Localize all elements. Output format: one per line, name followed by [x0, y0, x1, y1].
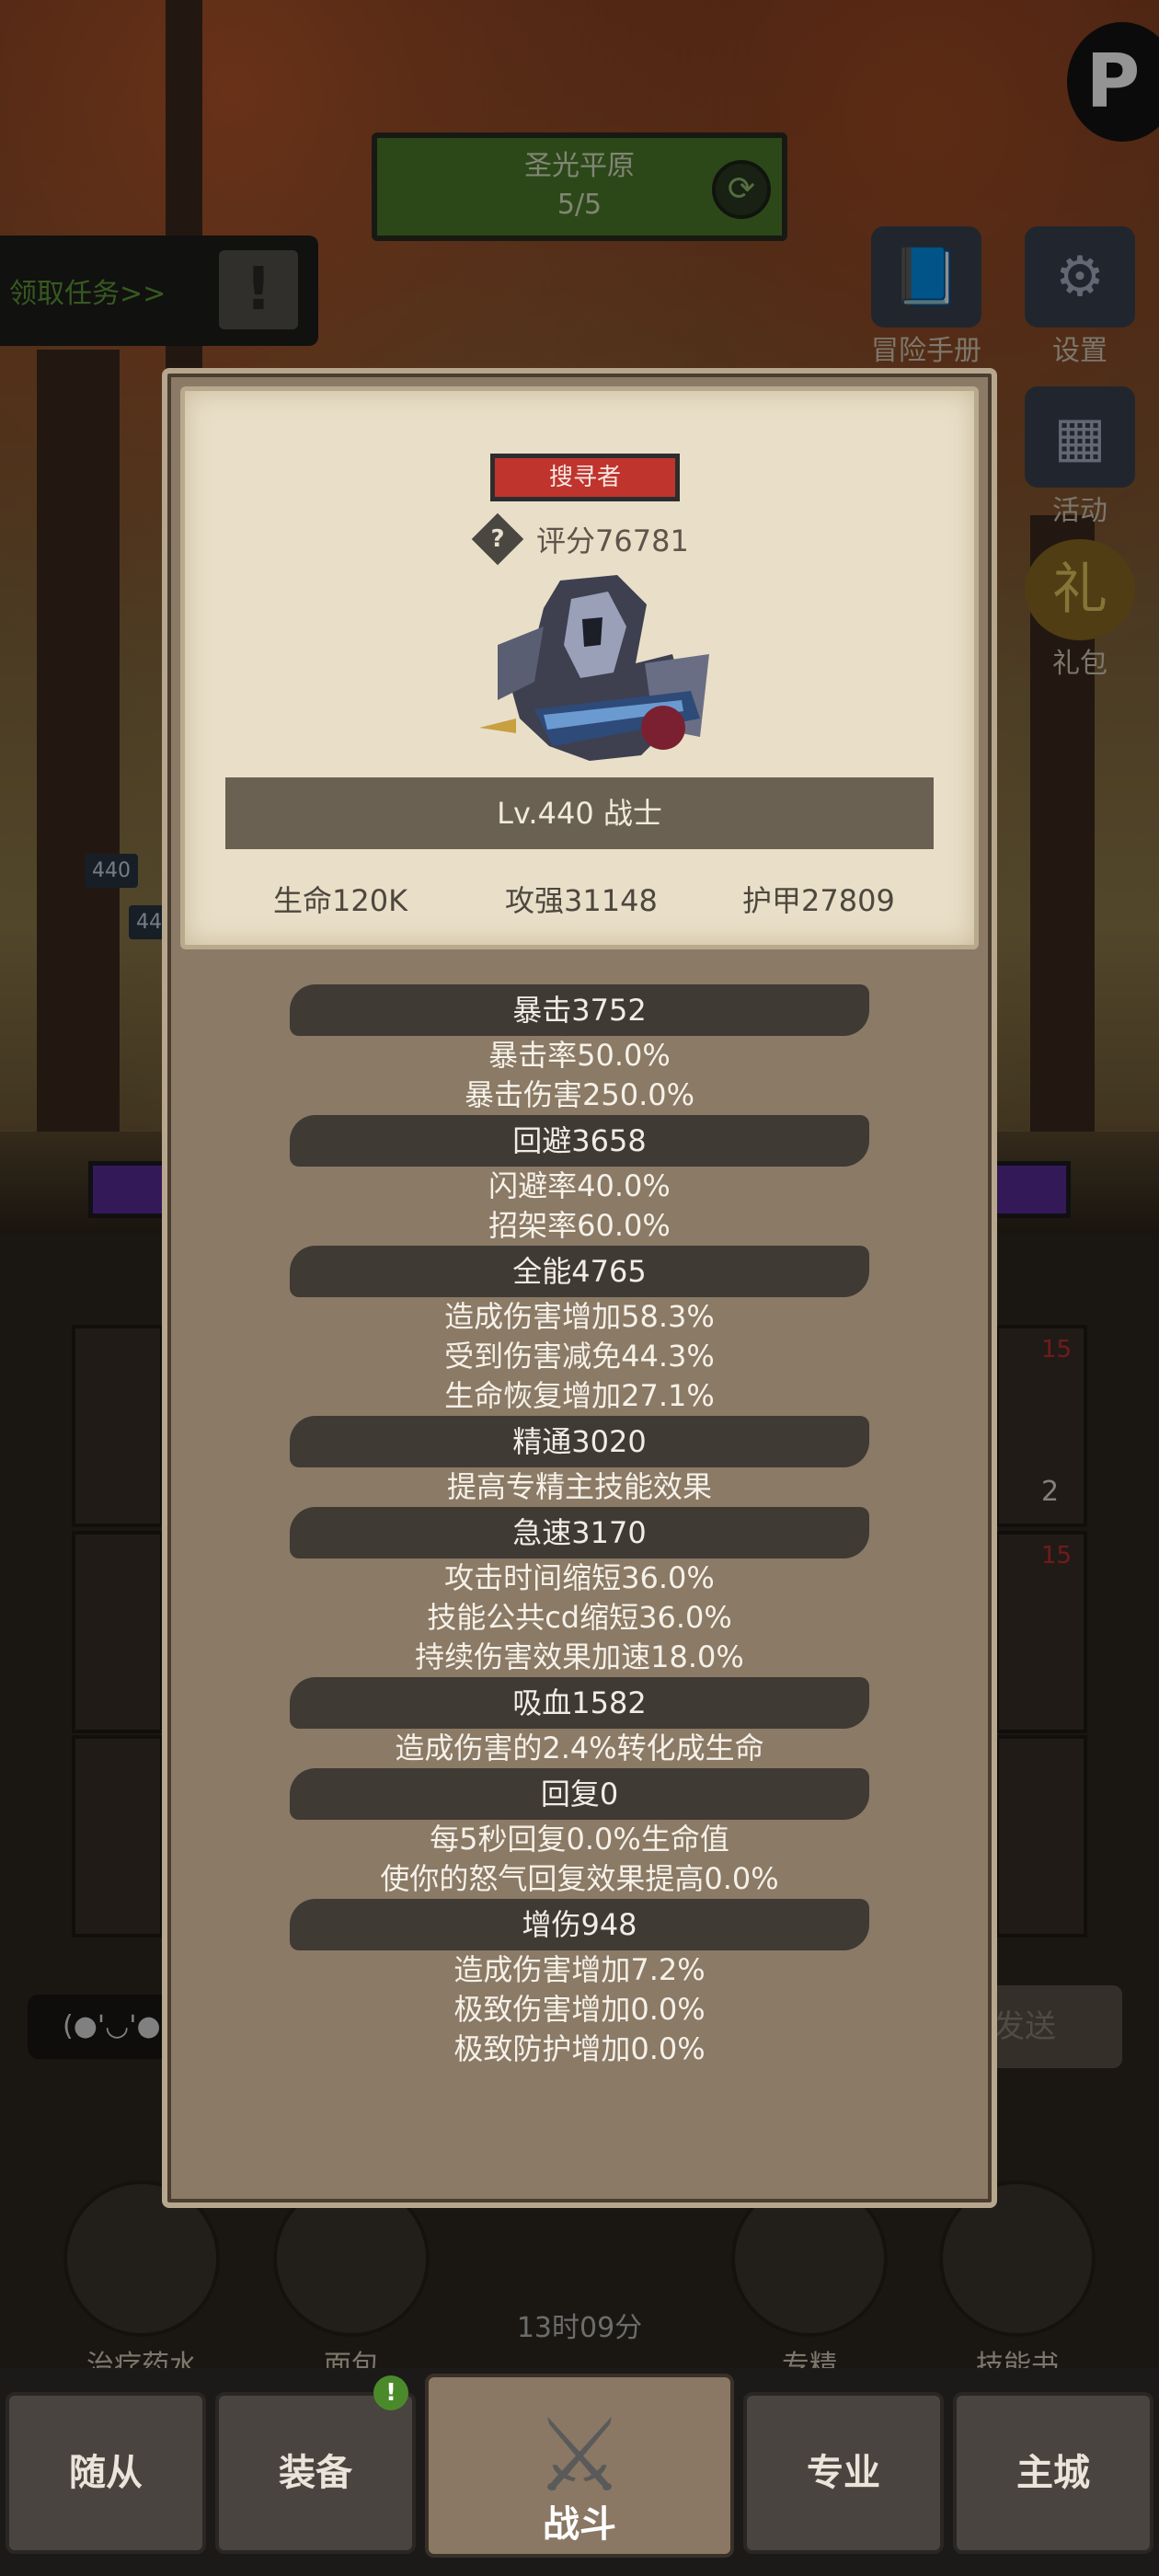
stat-block: 暴击3752 暴击率50.0% 暴击伤害250.0% — [167, 984, 992, 1115]
stat-block: 精通3020 提高专精主技能效果 — [167, 1416, 992, 1507]
stat-block: 全能4765 造成伤害增加58.3% 受到伤害减免44.3% 生命恢复增加27.1% — [167, 1246, 992, 1416]
stat-block: 急速3170 攻击时间缩短36.0% 技能公共cd缩短36.0% 持续伤害效果加速18… — [167, 1507, 992, 1677]
stat-detail: 受到伤害减免44.3% — [444, 1339, 715, 1374]
stat-detail: 极致防护增加0.0% — [453, 2031, 706, 2066]
nav-profession[interactable]: 专业 — [743, 2392, 944, 2554]
stat-health: 生命120K — [273, 883, 408, 918]
nav-followers[interactable]: 随从 — [6, 2392, 206, 2554]
score-value: 评分76781 — [536, 523, 689, 558]
stat-detail: 招架率60.0% — [488, 1208, 671, 1243]
stat-title: 急速3170 — [290, 1507, 869, 1558]
help-icon[interactable]: ? — [471, 512, 524, 566]
character-card: 搜寻者 ? 评分76781 Lv.440 战士 生命120K 攻强31148 护甲… — [180, 386, 979, 949]
stat-detail: 造成伤害的2.4%转化成生命 — [395, 1731, 764, 1765]
role-badge: 搜寻者 — [490, 454, 680, 501]
base-stats: 生命120K 攻强31148 护甲27809 — [185, 873, 974, 928]
warrior-portrait — [479, 575, 709, 761]
stat-block: 回复0 每5秒回复0.0%生命值使你的怒气回复效果提高0.0% — [167, 1768, 992, 1899]
bottom-nav: 随从 装备 ⚔ 战斗 专业 主城 — [0, 2368, 1159, 2576]
notification-badge: ! — [373, 2375, 408, 2410]
stat-attack-power: 攻强31148 — [505, 883, 658, 918]
stat-detail: 暴击伤害250.0% — [464, 1077, 695, 1112]
stat-title: 吸血1582 — [290, 1677, 869, 1729]
stat-title: 精通3020 — [290, 1416, 869, 1467]
stat-detail: 闪避率40.0% — [488, 1168, 671, 1203]
character-stats-panel: 搜寻者 ? 评分76781 Lv.440 战士 生命120K 攻强31148 护甲… — [162, 368, 997, 2208]
score-line: ? 评分76781 — [471, 512, 689, 566]
stat-title: 全能4765 — [290, 1246, 869, 1297]
secondary-stats-list: 暴击3752 暴击率50.0% 暴击伤害250.0% 回避3658 闪避率40.0% 招架… — [167, 984, 992, 2069]
stat-detail: 造成伤害增加58.3% — [444, 1299, 715, 1334]
stat-title: 暴击3752 — [290, 984, 869, 1036]
stat-detail: 每5秒回复0.0%生命值 — [430, 1822, 729, 1857]
stat-armor: 护甲27809 — [742, 883, 895, 918]
stat-detail: 技能公共cd缩短36.0% — [427, 1600, 732, 1635]
stat-detail: 攻击时间缩短36.0% — [444, 1560, 715, 1595]
stat-block: 吸血1582 造成伤害的2.4%转化成生命 — [167, 1677, 992, 1768]
stat-detail: 暴击率50.0% — [488, 1038, 671, 1073]
stat-title: 增伤948 — [290, 1899, 869, 1950]
stat-detail: 生命恢复增加27.1% — [444, 1378, 715, 1413]
stat-block: 增伤948 造成伤害增加7.2% 极致伤害增加0.0% 极致防护增加0.0% — [167, 1899, 992, 2069]
stat-block: 回避3658 闪避率40.0% 招架率60.0% — [167, 1115, 992, 1246]
nav-main-city[interactable]: 主城 — [953, 2392, 1153, 2554]
stat-title: 回避3658 — [290, 1115, 869, 1167]
stat-detail: 造成伤害增加7.2% — [453, 1952, 706, 1987]
stat-detail: 持续伤害效果加速18.0% — [415, 1639, 744, 1674]
nav-equipment[interactable]: 装备 — [215, 2392, 416, 2554]
stat-title: 回复0 — [290, 1768, 869, 1820]
nav-battle[interactable]: ⚔ 战斗 — [425, 2374, 734, 2558]
stat-detail: 使你的怒气回复效果提高0.0% — [380, 1861, 779, 1896]
level-class-band: Lv.440 战士 — [225, 777, 934, 849]
stat-detail: 极致伤害增加0.0% — [453, 1992, 706, 2027]
crossed-swords-icon: ⚔ — [534, 2397, 625, 2514]
stat-detail: 提高专精主技能效果 — [446, 1469, 712, 1504]
